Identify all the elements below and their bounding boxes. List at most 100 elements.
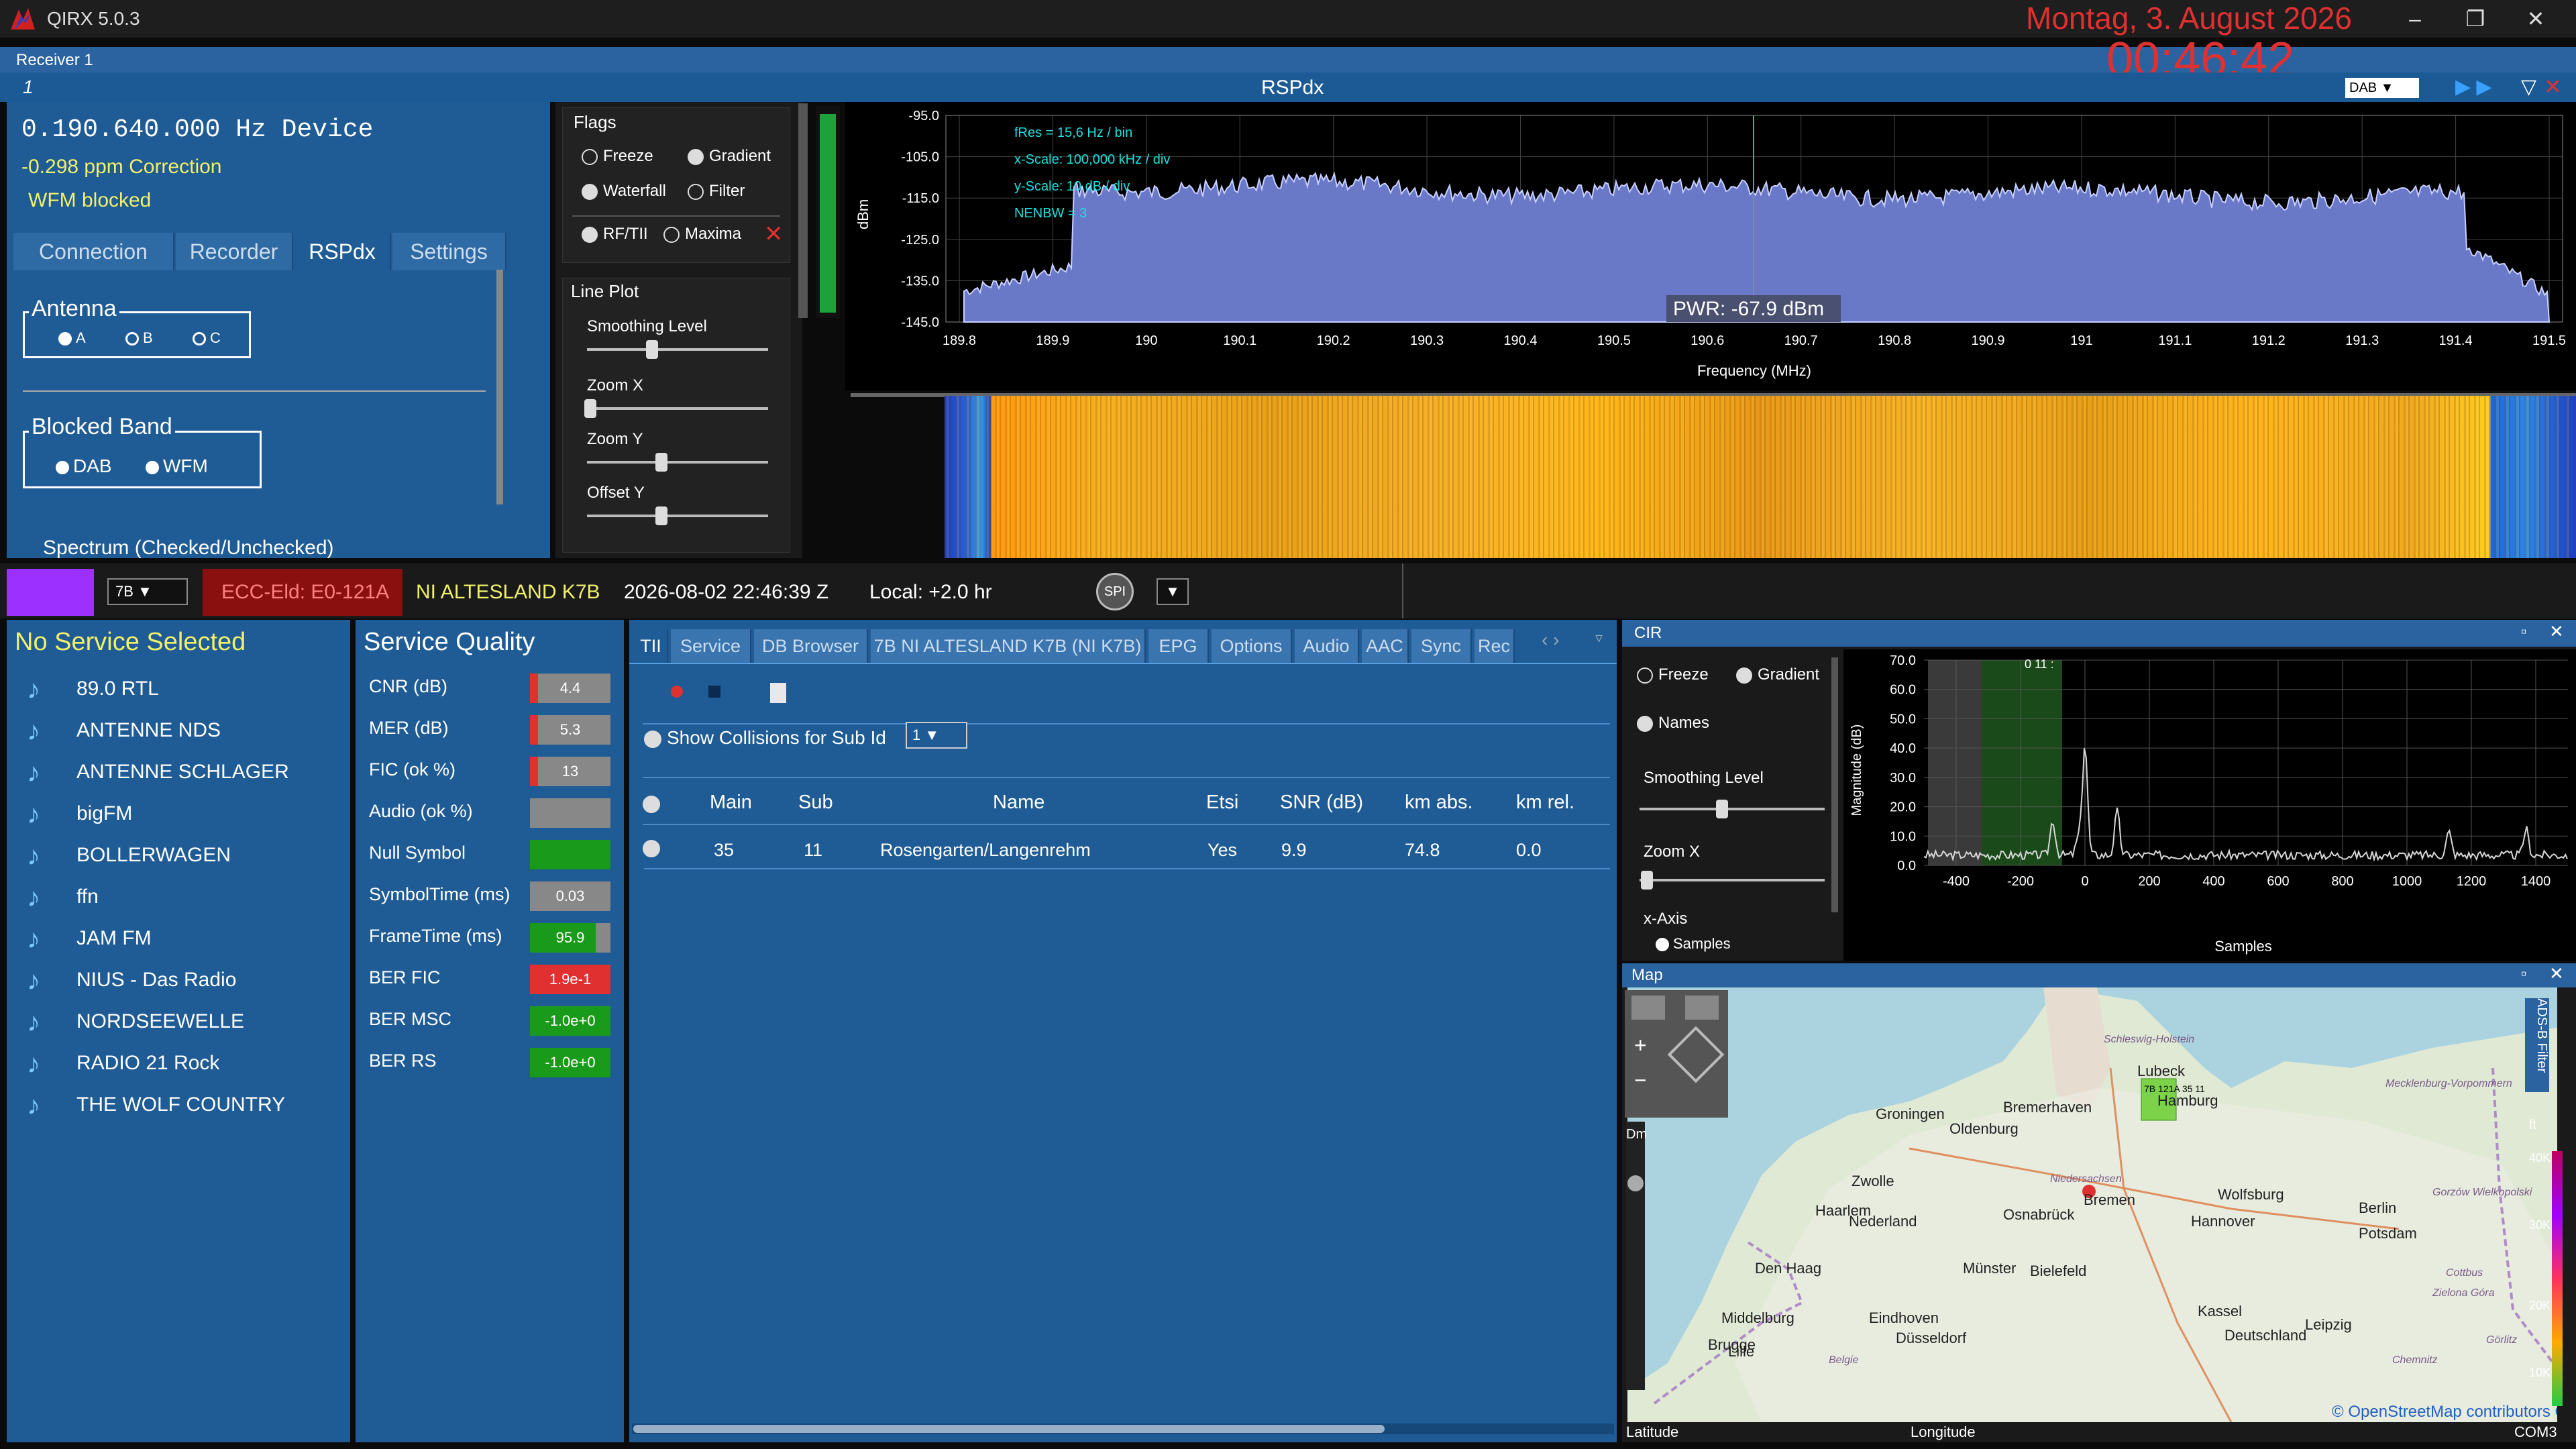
offsety-slider[interactable] [587,515,768,517]
tii-tab[interactable]: Service [671,629,751,663]
cir-smoothing-knob[interactable] [1716,800,1728,818]
maximize-icon[interactable]: ▫ [2521,623,2527,641]
col-snr[interactable]: SNR (dB) [1280,792,1363,814]
filter-checkbox[interactable]: Filter [688,182,745,201]
scrollbar[interactable] [496,270,503,504]
stop-icon[interactable] [708,686,720,698]
subid-select[interactable]: 1 ▼ [906,722,967,749]
zoomy-slider[interactable] [587,461,768,464]
cir-samples-radio[interactable]: Samples [1656,935,1731,953]
zoomx-slider[interactable] [587,407,768,410]
tab-menu-icon[interactable]: ▿ [1595,629,1603,647]
service-item[interactable]: ♪ RADIO 21 Rock [7,1042,350,1083]
service-item[interactable]: ♪ JAM FM [7,918,350,958]
tii-tab[interactable]: 7B NI ALTESLAND K7B (NI K7B) [871,629,1146,663]
antenna-c-radio[interactable]: C [193,329,221,347]
map-layer-button[interactable] [1631,996,1665,1020]
quality-row: BER MSC -1.0e+0 [356,1001,624,1038]
close-panel-icon[interactable]: ✕ [2544,74,2562,99]
tab-scroll-icon[interactable]: ‹ › [1542,629,1559,651]
service-item[interactable]: ♪ NORDSEEWELLE [7,1001,350,1041]
tii-tab[interactable]: Audio [1295,629,1359,663]
tii-tab[interactable]: Rec [1474,629,1515,663]
col-km-abs[interactable]: km abs. [1405,792,1473,814]
flags-scrollbar[interactable] [798,103,808,318]
map-view-button[interactable] [1685,996,1719,1020]
cir-names-checkbox[interactable]: Names [1637,714,1709,733]
tab-settings[interactable]: Settings [392,233,506,270]
cir-zoomx-knob[interactable] [1641,871,1653,890]
offsety-knob[interactable] [655,506,667,525]
play-icon[interactable]: ▶ ▶ [2455,75,2491,99]
antenna-b-radio[interactable]: B [125,329,153,347]
rftii-checkbox[interactable]: RF/TII [582,225,648,244]
adsb-filter-button[interactable]: ADS-B Filter [2525,998,2549,1092]
map-attribution[interactable]: © OpenStreetMap contributors CC-BY-SA [2332,1403,2557,1421]
cir-gradient-checkbox[interactable]: Gradient [1736,665,1819,684]
map-view[interactable]: 7B 121A 35 11 LubeckGroningen Bremerhaven… [1627,987,2557,1422]
col-name[interactable]: Name [993,792,1044,814]
dropdown-button[interactable]: ▼ [1157,578,1189,605]
channel-select[interactable]: 7B ▼ [107,578,188,605]
smoothing-slider[interactable] [587,348,768,351]
row-checkbox[interactable] [643,839,665,857]
select-all-checkbox[interactable] [643,794,665,813]
zoom-in-icon[interactable]: + [1634,1033,1647,1058]
zoomx-knob[interactable] [584,399,596,418]
freeze-checkbox[interactable]: Freeze [582,147,653,166]
maximize-map-icon[interactable]: ▫ [2521,965,2527,983]
zoom-out-icon[interactable]: − [1634,1068,1647,1093]
spi-button[interactable]: SPI [1096,573,1134,610]
pan-icon[interactable] [1667,1026,1725,1083]
service-item[interactable]: ♪ bigFM [7,793,350,833]
clear-icon[interactable]: ✕ [764,221,784,248]
cir-zoomx-slider[interactable] [1640,879,1825,881]
cir-freeze-checkbox[interactable]: Freeze [1637,665,1709,684]
service-item[interactable]: ♪ 89.0 RTL [7,668,350,708]
tab-recorder[interactable]: Recorder [176,233,293,270]
record-icon[interactable] [671,686,683,698]
service-item[interactable]: ♪ NIUS - Das Radio [7,959,350,1000]
tii-tab[interactable]: Sync [1411,629,1472,663]
city-label: Middelburg [1721,1309,1794,1326]
col-main[interactable]: Main [710,792,752,814]
close-button[interactable]: ✕ [2516,4,2556,34]
zoomy-knob[interactable] [655,453,667,472]
close-cir-icon[interactable]: ✕ [2549,621,2564,642]
cir-scrollbar[interactable] [1831,657,1838,912]
scrollbar-thumb[interactable] [633,1425,1385,1433]
col-etsi[interactable]: Etsi [1206,792,1238,814]
maxima-checkbox[interactable]: Maxima [663,225,741,244]
document-icon[interactable] [770,683,786,703]
service-item[interactable]: ♪ THE WOLF COUNTRY [7,1084,350,1124]
tii-tab[interactable]: EPG [1148,629,1209,663]
tii-tab[interactable]: AAC [1362,629,1409,663]
minimize-button[interactable]: – [2395,4,2435,34]
col-km-rel[interactable]: km rel. [1516,792,1574,814]
tii-tab[interactable]: Options [1212,629,1292,663]
antenna-a-radio[interactable]: A [58,329,86,347]
tii-tab[interactable]: TII [635,629,668,663]
service-item[interactable]: ♪ BOLLERWAGEN [7,835,350,875]
horizontal-scrollbar[interactable] [632,1424,1614,1434]
service-item[interactable]: ♪ ANTENNE NDS [7,710,350,750]
col-sub[interactable]: Sub [798,792,833,814]
dm-knob[interactable] [1627,1175,1644,1191]
mode-select[interactable]: DAB ▼ [2345,78,2419,98]
smoothing-knob[interactable] [646,340,658,359]
tab-rspdx[interactable]: RSPdx [294,233,391,270]
show-collisions-checkbox[interactable]: Show Collisions for Sub Id [644,727,886,749]
dm-slider[interactable]: Dm [1626,1122,1647,1390]
collapse-icon[interactable]: ▽ [2521,75,2536,99]
waterfall-checkbox[interactable]: Waterfall [582,182,666,201]
close-map-icon[interactable]: ✕ [2549,963,2564,984]
service-item[interactable]: ♪ ffn [7,876,350,916]
dab-radio[interactable]: DAB [56,455,112,477]
tii-tab[interactable]: DB Browser [754,629,868,663]
gradient-checkbox[interactable]: Gradient [688,147,771,166]
restore-button[interactable]: ❐ [2455,4,2496,34]
cir-smoothing-slider[interactable] [1640,808,1825,810]
wfm-checkbox[interactable]: WFM [146,455,208,477]
service-item[interactable]: ♪ ANTENNE SCHLAGER [7,751,350,792]
tab-connection[interactable]: Connection [13,233,174,270]
